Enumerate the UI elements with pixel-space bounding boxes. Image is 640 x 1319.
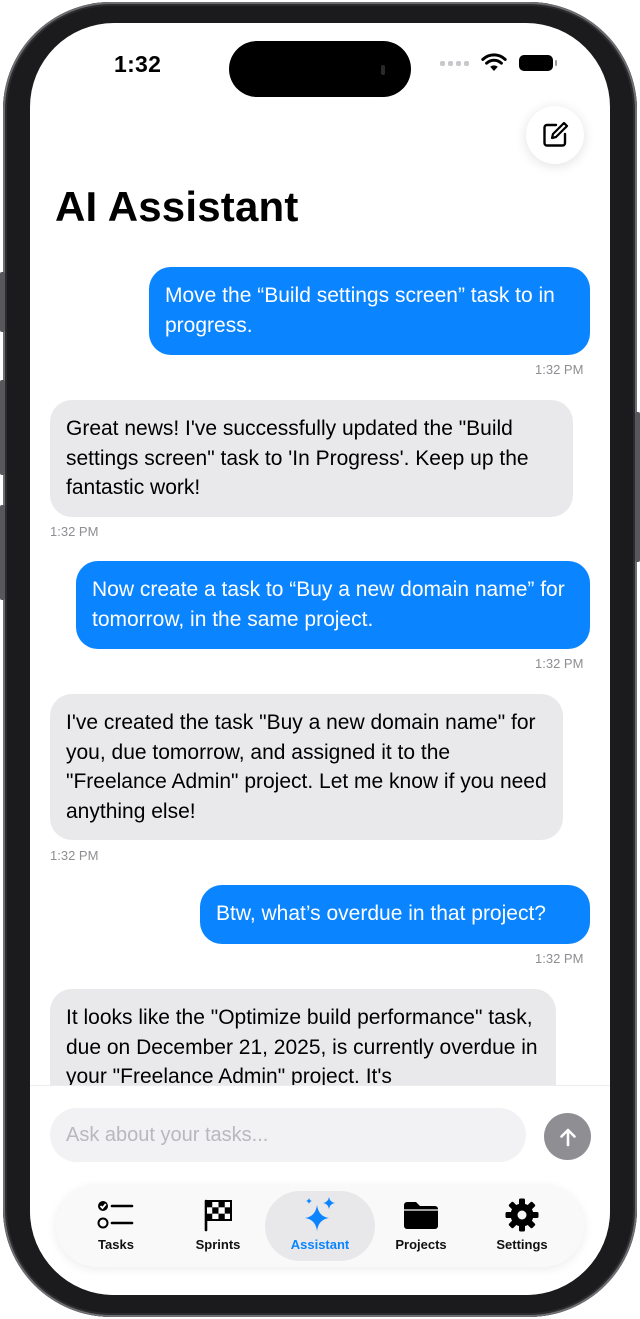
chat-input[interactable]: [50, 1108, 526, 1162]
status-time: 1:32: [114, 51, 162, 77]
volume-down-button: [0, 505, 5, 600]
cellular-signal-icon: [440, 60, 469, 66]
tab-sprints[interactable]: Sprints: [168, 1191, 268, 1261]
message-timestamp: 1:32 PM: [50, 848, 99, 863]
status-icons: [440, 53, 557, 73]
volume-up-button: [0, 380, 5, 475]
message-timestamp: 1:32 PM: [535, 362, 584, 377]
gear-icon: [504, 1195, 540, 1235]
tab-settings[interactable]: Settings: [472, 1191, 572, 1261]
sparkles-icon: [300, 1195, 340, 1235]
tab-projects[interactable]: Projects: [371, 1191, 471, 1261]
message-timestamp: 1:32 PM: [535, 656, 584, 671]
assistant-message: I've created the task "Buy a new domain …: [50, 694, 563, 840]
checklist-icon: [96, 1195, 136, 1235]
screen: 1:32 AI Assistant Move the “Build settin…: [30, 23, 610, 1295]
tab-label: Projects: [395, 1237, 447, 1252]
arrow-up-icon: [559, 1128, 576, 1146]
power-button: [635, 412, 640, 562]
wifi-icon: [481, 53, 507, 71]
user-message: Now create a task to “Buy a new domain n…: [76, 561, 590, 649]
message-timestamp: 1:32 PM: [50, 524, 99, 539]
checkered-flag-icon: [201, 1195, 235, 1235]
action-button: [0, 272, 5, 332]
tab-assistant[interactable]: Assistant: [265, 1191, 375, 1261]
page-title: AI Assistant: [55, 183, 299, 230]
assistant-message: Great news! I've successfully updated th…: [50, 400, 573, 517]
user-message: Move the “Build settings screen” task to…: [149, 267, 590, 355]
tab-label: Tasks: [98, 1237, 134, 1252]
tab-bar: Tasks Sprints Assistant Projects Setting…: [56, 1185, 584, 1267]
tab-tasks[interactable]: Tasks: [66, 1191, 166, 1261]
camera-indicator: [381, 65, 385, 75]
battery-icon: [519, 55, 557, 71]
folder-icon: [402, 1195, 440, 1235]
message-timestamp: 1:32 PM: [535, 951, 584, 966]
tab-label: Settings: [496, 1237, 548, 1252]
send-button[interactable]: [544, 1113, 591, 1160]
compose-icon: [543, 121, 569, 147]
tab-label: Assistant: [290, 1237, 350, 1252]
tab-label: Sprints: [195, 1237, 241, 1252]
user-message: Btw, what’s overdue in that project?: [200, 885, 590, 944]
new-chat-button[interactable]: [526, 106, 584, 164]
